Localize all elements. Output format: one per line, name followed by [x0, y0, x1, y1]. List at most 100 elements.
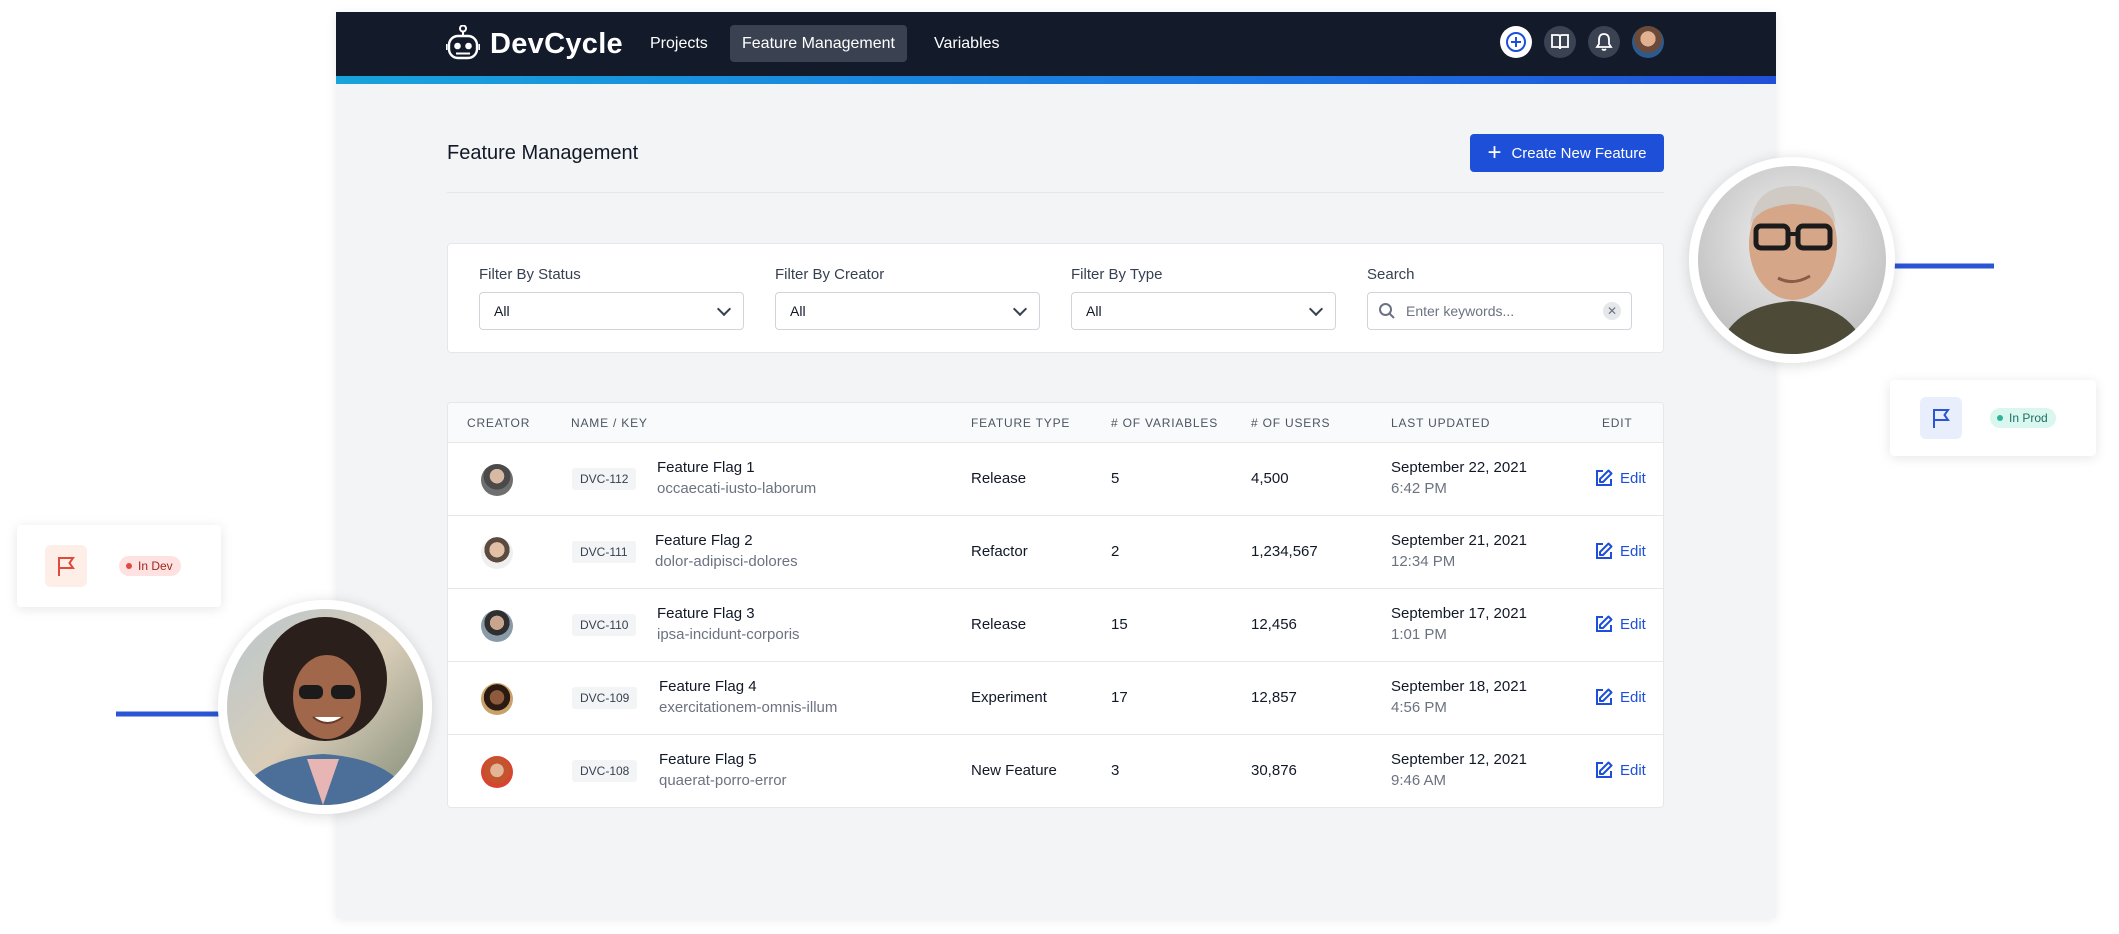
user-avatar[interactable] — [1632, 26, 1664, 58]
bell-icon[interactable] — [1588, 26, 1620, 58]
in-prod-badge: In Prod — [1990, 408, 2056, 428]
add-circle-icon[interactable] — [1500, 26, 1532, 58]
edit-pencil-icon — [1596, 761, 1613, 778]
in-prod-label: In Prod — [2009, 411, 2048, 425]
edit-label: Edit — [1620, 761, 1646, 779]
chevron-down-icon — [716, 301, 732, 316]
feature-name[interactable]: Feature Flag 1 — [657, 459, 755, 476]
edit-pencil-icon — [1596, 688, 1613, 705]
nav-icon-group — [1500, 26, 1664, 58]
search-input[interactable] — [1406, 303, 1593, 319]
page-title: Feature Management — [447, 142, 639, 164]
in-dev-label: In Dev — [138, 559, 173, 573]
variables-count: 5 — [1111, 470, 1120, 487]
feature-slug: exercitationem-omnis-illum — [659, 699, 838, 716]
filter-type: Filter By Type All — [1071, 266, 1336, 330]
filter-type-select[interactable]: All — [1071, 292, 1336, 330]
users-count: 1,234,567 — [1251, 543, 1318, 560]
feature-name[interactable]: Feature Flag 5 — [659, 751, 757, 768]
table-row[interactable]: DVC-111 Feature Flag 2 dolor-adipisci-dolo… — [448, 516, 1663, 589]
feature-key-badge: DVC-110 — [572, 614, 637, 636]
creator-avatar — [481, 610, 513, 642]
variables-count: 17 — [1111, 689, 1128, 706]
brand-name: DevCycle — [490, 27, 623, 60]
feature-key-badge: DVC-112 — [572, 468, 637, 490]
feature-type: New Feature — [971, 762, 1057, 779]
table-row[interactable]: DVC-108 Feature Flag 5 quaerat-porro-error… — [448, 735, 1663, 807]
brand-logo[interactable]: DevCycle — [446, 24, 623, 64]
edit-label: Edit — [1620, 615, 1646, 633]
filter-creator-select[interactable]: All — [775, 292, 1040, 330]
edit-label: Edit — [1620, 542, 1646, 560]
header-edit: Edit — [1602, 416, 1633, 430]
last-updated-time: 4:56 PM — [1391, 699, 1447, 716]
creator-avatar — [481, 683, 513, 715]
header-divider — [447, 192, 1664, 193]
edit-link[interactable]: Edit — [1594, 468, 1646, 488]
feature-name[interactable]: Feature Flag 3 — [657, 605, 755, 622]
creator-photo-woman — [218, 600, 432, 814]
filter-status: Filter By Status All — [479, 266, 744, 330]
create-button-label: Create New Feature — [1511, 144, 1647, 162]
search-icon — [1379, 303, 1395, 319]
robot-logo-icon — [446, 25, 480, 60]
edit-link[interactable]: Edit — [1594, 687, 1646, 707]
feature-key-badge: DVC-111 — [572, 541, 636, 563]
flag-icon — [1920, 397, 1962, 439]
feature-type: Release — [971, 470, 1027, 487]
filter-type-label: Filter By Type — [1071, 266, 1163, 283]
filter-status-select[interactable]: All — [479, 292, 744, 330]
edit-label: Edit — [1620, 688, 1646, 706]
header-creator: Creator — [467, 416, 531, 430]
creator-photo-man — [1689, 157, 1895, 363]
nav-projects[interactable]: Projects — [638, 25, 720, 62]
edit-link[interactable]: Edit — [1594, 760, 1646, 780]
prod-connector-line — [1892, 263, 1995, 372]
last-updated-date: September 12, 2021 — [1391, 751, 1527, 768]
edit-pencil-icon — [1596, 615, 1613, 632]
top-navigation-bar: DevCycle Projects Feature Management Var… — [336, 12, 1776, 76]
in-prod-card: In Prod — [1890, 380, 2096, 456]
header-variables: # of Variables — [1111, 416, 1219, 430]
creator-avatar — [481, 537, 513, 569]
clear-search-icon[interactable]: ✕ — [1603, 302, 1621, 320]
edit-pencil-icon — [1596, 469, 1613, 486]
edit-link[interactable]: Edit — [1594, 614, 1646, 634]
feature-key-badge: DVC-108 — [572, 760, 638, 782]
chevron-down-icon — [1012, 301, 1028, 316]
users-count: 30,876 — [1251, 762, 1297, 779]
table-row[interactable]: DVC-110 Feature Flag 3 ipsa-incidunt-corpo… — [448, 589, 1663, 662]
filter-type-value: All — [1086, 303, 1102, 319]
filters-card: Filter By Status All Filter By Creator A… — [447, 243, 1664, 353]
feature-type: Release — [971, 616, 1027, 633]
feature-name[interactable]: Feature Flag 4 — [659, 678, 757, 695]
feature-name[interactable]: Feature Flag 2 — [655, 532, 753, 549]
filter-creator-value: All — [790, 303, 806, 319]
feature-slug: ipsa-incidunt-corporis — [657, 626, 800, 643]
header-last-updated: Last Updated — [1391, 416, 1491, 430]
app-window: DevCycle Projects Feature Management Var… — [336, 12, 1776, 918]
variables-count: 15 — [1111, 616, 1128, 633]
table-row[interactable]: DVC-112 Feature Flag 1 occaecati-iusto-lab… — [448, 443, 1663, 516]
feature-slug: dolor-adipisci-dolores — [655, 553, 798, 570]
create-new-feature-button[interactable]: + Create New Feature — [1470, 134, 1664, 172]
header-users: # of Users — [1251, 416, 1331, 430]
book-icon[interactable] — [1544, 26, 1576, 58]
users-count: 12,857 — [1251, 689, 1297, 706]
last-updated-date: September 18, 2021 — [1391, 678, 1527, 695]
dev-connector-line — [115, 608, 223, 717]
nav-variables[interactable]: Variables — [922, 25, 1012, 62]
variables-count: 2 — [1111, 543, 1120, 560]
last-updated-time: 9:46 AM — [1391, 772, 1447, 789]
nav-feature-management[interactable]: Feature Management — [730, 25, 907, 62]
feature-type: Refactor — [971, 543, 1028, 560]
edit-pencil-icon — [1596, 542, 1613, 559]
filter-creator-label: Filter By Creator — [775, 266, 885, 283]
table-row[interactable]: DVC-109 Feature Flag 4 exercitationem-omni… — [448, 662, 1663, 735]
features-table: Creator Name / Key Feature Type # of Var… — [447, 402, 1664, 808]
last-updated-date: September 17, 2021 — [1391, 605, 1527, 622]
filter-status-value: All — [494, 303, 510, 319]
chevron-down-icon — [1308, 301, 1324, 316]
feature-key-badge: DVC-109 — [572, 687, 638, 709]
edit-link[interactable]: Edit — [1594, 541, 1646, 561]
